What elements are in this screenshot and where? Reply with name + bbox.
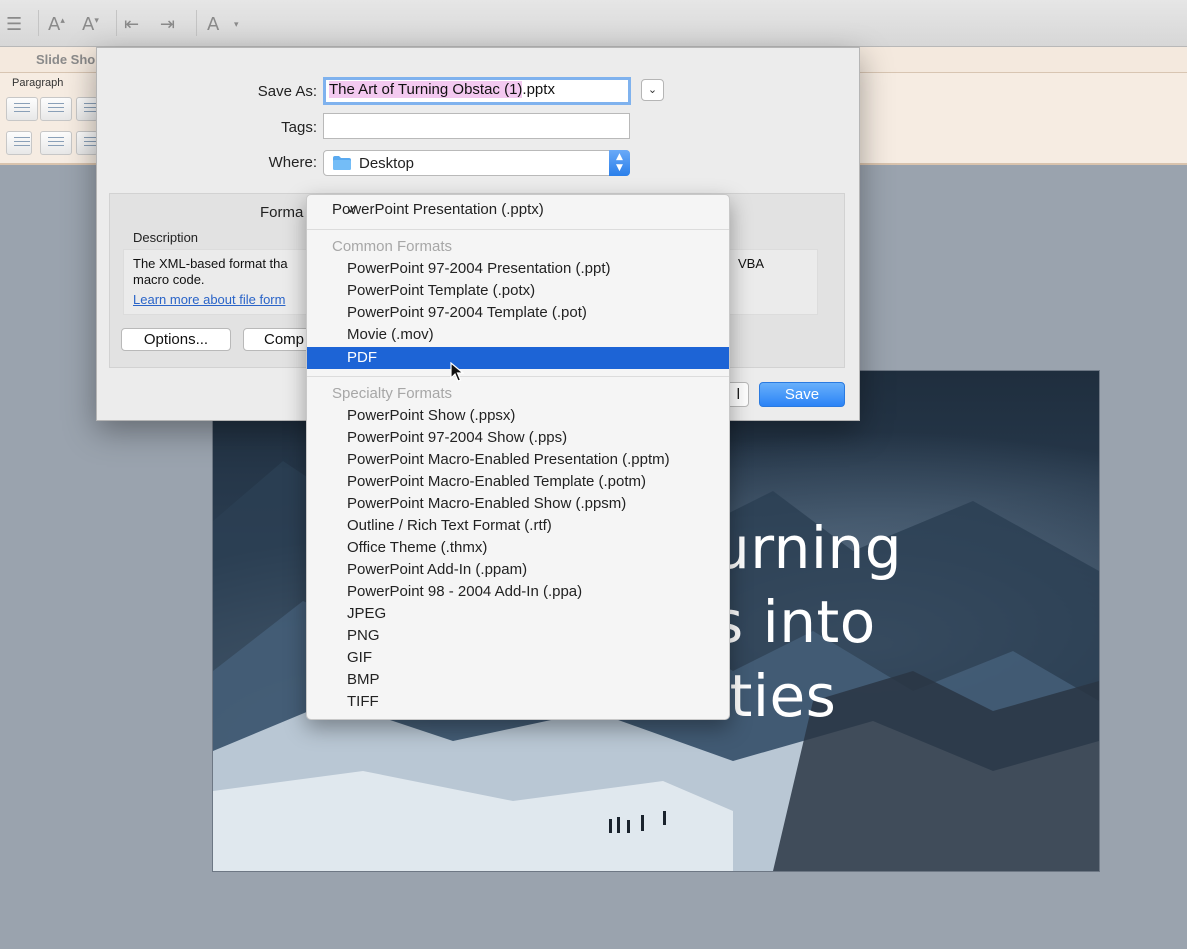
menu-item-jpeg[interactable]: JPEG bbox=[307, 603, 729, 625]
menu-item-label: PDF bbox=[347, 349, 377, 366]
chevron-down-icon[interactable]: ▾ bbox=[234, 20, 239, 30]
description-line: The XML-based format tha bbox=[133, 256, 288, 271]
menu-header-label: Specialty Formats bbox=[332, 385, 453, 402]
save-button[interactable]: Save bbox=[759, 382, 845, 407]
formatting-toolbar: ☰ A▴ A▾ ⇤ ⇥ A ▾ bbox=[0, 0, 1187, 47]
line-spacing-button[interactable] bbox=[76, 97, 100, 121]
menu-item-mov[interactable]: Movie (.mov) bbox=[307, 324, 729, 346]
menu-item-label: Office Theme (.thmx) bbox=[347, 539, 488, 556]
text-style-icon[interactable]: A bbox=[207, 14, 219, 35]
menu-item-label: PowerPoint 97-2004 Presentation (.ppt) bbox=[347, 260, 611, 277]
menu-item-label: PowerPoint Macro-Enabled Show (.ppsm) bbox=[347, 495, 627, 512]
menu-item-label: JPEG bbox=[347, 605, 387, 622]
mouse-pointer-icon bbox=[450, 362, 464, 382]
menu-item-ppt[interactable]: PowerPoint 97-2004 Presentation (.ppt) bbox=[307, 258, 729, 280]
slide-title[interactable]: urning s into ities bbox=[713, 511, 1093, 733]
specialty-formats-header: Specialty Formats bbox=[307, 383, 729, 405]
menu-item-rtf[interactable]: Outline / Rich Text Format (.rtf) bbox=[307, 515, 729, 537]
menu-item-potm[interactable]: PowerPoint Macro-Enabled Template (.potm… bbox=[307, 471, 729, 493]
where-popup[interactable]: Desktop ▲ ▼ bbox=[323, 150, 630, 176]
menu-separator bbox=[307, 229, 729, 230]
menu-item-label: PowerPoint Presentation (.pptx) bbox=[332, 201, 544, 218]
description-line: macro code. bbox=[133, 272, 205, 287]
menu-item-png[interactable]: PNG bbox=[307, 625, 729, 647]
menu-item-label: PNG bbox=[347, 627, 380, 644]
increase-font-size-icon[interactable]: A▴ bbox=[48, 14, 65, 35]
menu-item-label: BMP bbox=[347, 671, 380, 688]
increase-indent-icon[interactable]: ⇥ bbox=[160, 14, 175, 35]
menu-item-label: PowerPoint Macro-Enabled Presentation (.… bbox=[347, 451, 670, 468]
menu-item-ppa[interactable]: PowerPoint 98 - 2004 Add-In (.ppa) bbox=[307, 581, 729, 603]
common-formats-header: Common Formats bbox=[307, 236, 729, 258]
paragraph-group-label: Paragraph bbox=[12, 77, 64, 89]
options-button[interactable]: Options... bbox=[121, 328, 231, 351]
menu-item-label: PowerPoint Show (.ppsx) bbox=[347, 407, 516, 424]
menu-item-label: Movie (.mov) bbox=[347, 326, 434, 343]
menu-header-label: Common Formats bbox=[332, 238, 453, 255]
chevron-down-icon: ⌄ bbox=[647, 83, 658, 96]
description-text-right: VBA bbox=[738, 256, 765, 271]
description-text: The XML-based format tha macro code. bbox=[133, 256, 303, 288]
menu-item-ppsm[interactable]: PowerPoint Macro-Enabled Show (.ppsm) bbox=[307, 493, 729, 515]
folder-icon bbox=[333, 156, 351, 170]
menu-item-label: PowerPoint 98 - 2004 Add-In (.ppa) bbox=[347, 583, 583, 600]
menu-item-pot[interactable]: PowerPoint 97-2004 Template (.pot) bbox=[307, 302, 729, 324]
align-left-button[interactable] bbox=[6, 131, 32, 155]
menu-item-thmx[interactable]: Office Theme (.thmx) bbox=[307, 537, 729, 559]
menu-item-label: PowerPoint Add-In (.ppam) bbox=[347, 561, 528, 578]
toolbar-divider bbox=[196, 10, 197, 36]
slide-title-line: urning bbox=[713, 514, 903, 582]
filename-extension: .pptx bbox=[522, 81, 555, 98]
tab-slide-show[interactable]: Slide Sho bbox=[36, 52, 95, 67]
menu-item-potx[interactable]: PowerPoint Template (.potx) bbox=[307, 280, 729, 302]
menu-item-label: GIF bbox=[347, 649, 372, 666]
where-value: Desktop bbox=[359, 155, 415, 172]
save-as-label: Save As: bbox=[257, 83, 317, 100]
menu-item-pps[interactable]: PowerPoint 97-2004 Show (.pps) bbox=[307, 427, 729, 449]
columns-button[interactable] bbox=[76, 131, 100, 155]
menu-item-gif[interactable]: GIF bbox=[307, 647, 729, 669]
decrease-font-size-icon[interactable]: A▾ bbox=[82, 14, 99, 35]
slide-title-line: s into bbox=[713, 588, 876, 656]
menu-item-label: TIFF bbox=[347, 693, 379, 710]
format-dropdown-menu: ✓ PowerPoint Presentation (.pptx) Common… bbox=[306, 194, 730, 720]
menu-item-label: PowerPoint 97-2004 Show (.pps) bbox=[347, 429, 568, 446]
menu-item-label: PowerPoint Macro-Enabled Template (.potm… bbox=[347, 473, 647, 490]
increase-list-level-button[interactable] bbox=[40, 97, 72, 121]
up-down-chevron-icon[interactable]: ▲ ▼ bbox=[609, 150, 630, 176]
menu-item-pptx[interactable]: ✓ PowerPoint Presentation (.pptx) bbox=[307, 199, 729, 221]
expand-dialog-button[interactable]: ⌄ bbox=[641, 79, 664, 101]
where-label: Where: bbox=[268, 154, 317, 171]
decrease-indent-icon[interactable]: ⇤ bbox=[124, 14, 139, 35]
menu-item-tiff[interactable]: TIFF bbox=[307, 691, 729, 713]
decrease-list-level-button[interactable] bbox=[6, 97, 38, 121]
bullets-icon[interactable]: ☰ bbox=[6, 14, 22, 35]
justify-button[interactable] bbox=[40, 131, 72, 155]
filename-field[interactable]: The Art of Turning Obstac (1).pptx bbox=[323, 77, 631, 105]
description-label: Description bbox=[133, 230, 199, 245]
filename-selection: The Art of Turning Obstac (1) bbox=[329, 81, 523, 98]
learn-more-link[interactable]: Learn more about file form bbox=[133, 292, 285, 307]
menu-item-label: PowerPoint Template (.potx) bbox=[347, 282, 536, 299]
menu-item-label: PowerPoint 97-2004 Template (.pot) bbox=[347, 304, 587, 321]
tags-label: Tags: bbox=[281, 119, 317, 136]
slide-title-line: ities bbox=[713, 662, 837, 730]
menu-item-bmp[interactable]: BMP bbox=[307, 669, 729, 691]
toolbar-divider bbox=[116, 10, 117, 36]
menu-separator bbox=[307, 376, 729, 377]
menu-item-ppsx[interactable]: PowerPoint Show (.ppsx) bbox=[307, 405, 729, 427]
menu-item-pdf[interactable]: PDF bbox=[307, 347, 729, 369]
menu-item-ppam[interactable]: PowerPoint Add-In (.ppam) bbox=[307, 559, 729, 581]
format-label: Forma bbox=[260, 204, 304, 221]
menu-item-label: Outline / Rich Text Format (.rtf) bbox=[347, 517, 552, 534]
toolbar-divider bbox=[38, 10, 39, 36]
tags-field[interactable] bbox=[323, 113, 630, 139]
menu-item-pptm[interactable]: PowerPoint Macro-Enabled Presentation (.… bbox=[307, 449, 729, 471]
